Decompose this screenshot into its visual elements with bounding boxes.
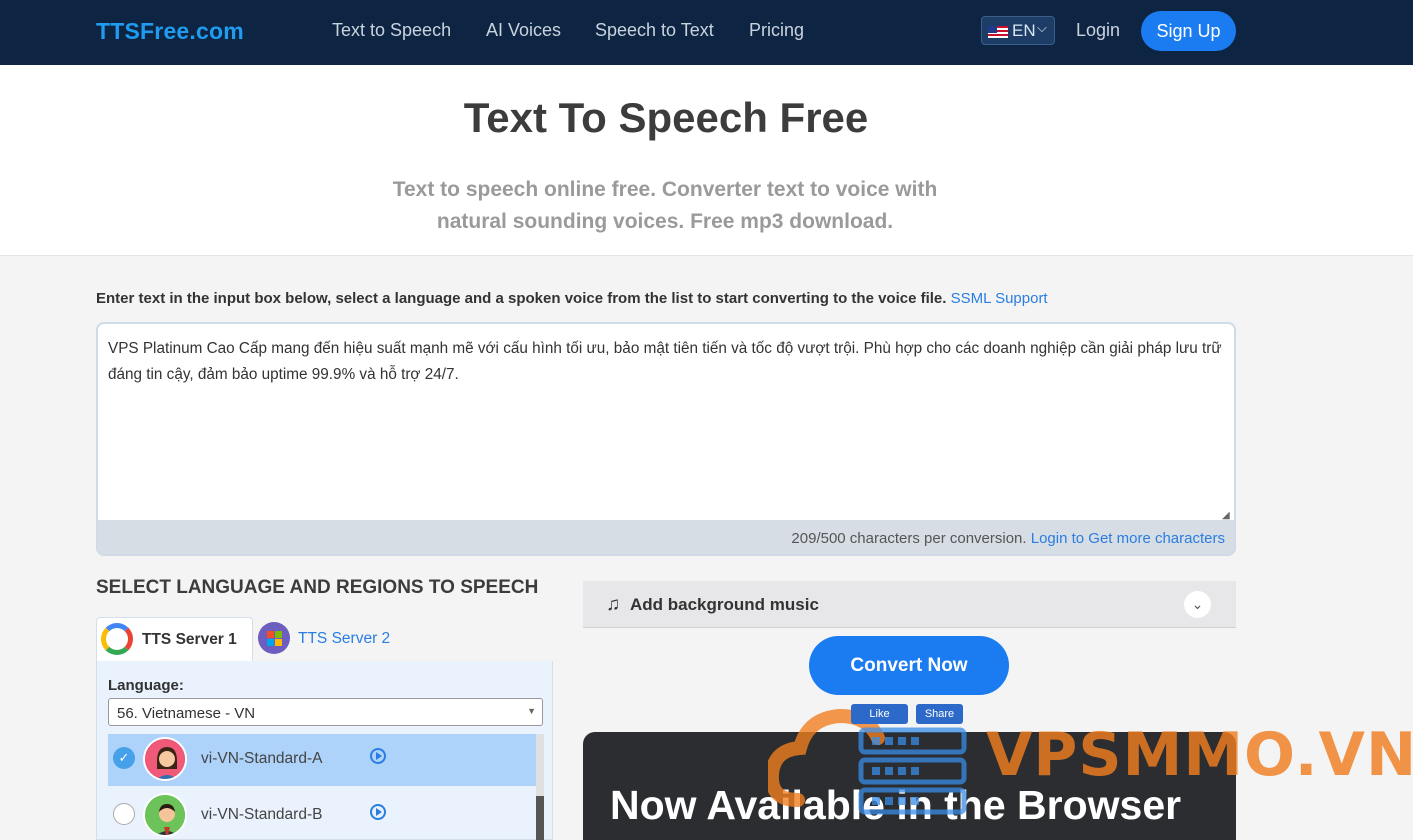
google-icon <box>101 623 133 655</box>
page-title: Text To Speech Free <box>463 94 869 141</box>
tab-label: TTS Server 2 <box>298 630 391 647</box>
instructions: Enter text in the input box below, selec… <box>96 290 1048 307</box>
language-section-title: SELECT LANGUAGE AND REGIONS TO SPEECH <box>96 577 539 598</box>
language-label: Language: <box>108 677 184 694</box>
instructions-text: Enter text in the input box below, selec… <box>96 290 947 307</box>
language-code: EN <box>1012 21 1036 40</box>
site-logo[interactable]: TTSFree.com <box>96 18 244 45</box>
character-count: 209/500 characters per conversion. <box>791 530 1027 547</box>
language-select[interactable]: 56. Vietnamese - VN ▼ <box>108 698 543 726</box>
dropdown-arrow-icon: ▼ <box>527 706 536 716</box>
play-icon[interactable] <box>370 804 386 820</box>
chevron-down-icon[interactable]: ⌄ <box>1184 591 1211 618</box>
facebook-like-button[interactable]: Like <box>851 704 908 724</box>
play-icon[interactable] <box>370 748 386 764</box>
hero-section: Text To Speech Free Text to speech onlin… <box>0 65 1413 256</box>
nav-link-speech-to-text[interactable]: Speech to Text <box>595 20 714 41</box>
login-more-characters-link[interactable]: Login to Get more characters <box>1031 530 1225 547</box>
language-select-value: 56. Vietnamese - VN <box>117 705 256 722</box>
login-link[interactable]: Login <box>1076 20 1120 41</box>
radio-button[interactable] <box>113 803 135 825</box>
nav-link-pricing[interactable]: Pricing <box>749 20 804 41</box>
us-flag-icon <box>988 26 1008 38</box>
convert-now-button[interactable]: Convert Now <box>809 636 1009 695</box>
language-panel: Language: 56. Vietnamese - VN ▼ ✓ vi-VN-… <box>96 661 553 840</box>
voice-option[interactable]: ✓ vi-VN-Standard-A <box>108 734 537 786</box>
voice-name: vi-VN-Standard-B <box>201 806 323 823</box>
text-input-box[interactable]: VPS Platinum Cao Cấp mang đến hiệu suất … <box>96 322 1236 556</box>
ssml-support-link[interactable]: SSML Support <box>951 290 1048 307</box>
background-music-accordion[interactable]: ♫ Add background music ⌄ <box>583 581 1236 628</box>
top-navbar: TTSFree.com Text to Speech AI Voices Spe… <box>0 0 1413 65</box>
male-avatar-icon <box>143 793 187 837</box>
character-counter-bar: 209/500 characters per conversion. Login… <box>98 520 1234 554</box>
scrollbar-thumb[interactable] <box>536 796 544 840</box>
microsoft-icon <box>258 622 290 654</box>
tab-label: TTS Server 1 <box>142 631 237 648</box>
nav-link-ai-voices[interactable]: AI Voices <box>486 20 561 41</box>
music-note-icon: ♫ <box>606 594 621 615</box>
tab-tts-server-1[interactable]: TTS Server 1 <box>96 617 253 662</box>
nav-link-text-to-speech[interactable]: Text to Speech <box>332 20 451 41</box>
resize-handle-icon[interactable]: ◢ <box>1222 510 1232 521</box>
voice-option[interactable]: vi-VN-Standard-B <box>108 790 537 840</box>
background-music-label: Add background music <box>630 595 819 614</box>
voice-name: vi-VN-Standard-A <box>201 750 323 767</box>
facebook-share-button[interactable]: Share <box>916 704 963 724</box>
text-input-value[interactable]: VPS Platinum Cao Cấp mang đến hiệu suất … <box>108 336 1223 388</box>
language-selector[interactable]: EN ⌵ <box>981 16 1055 45</box>
chevron-down-icon: ⌵ <box>1037 20 1047 35</box>
watermark-text: VPSMMO.VN <box>986 720 1413 790</box>
checkmark-icon: ✓ <box>113 747 135 769</box>
signup-button[interactable]: Sign Up <box>1141 11 1236 51</box>
page-subtitle: Text to speech online free. Converter te… <box>392 178 938 233</box>
female-avatar-icon <box>143 737 187 781</box>
tab-tts-server-2[interactable]: TTS Server 2 <box>253 617 398 662</box>
